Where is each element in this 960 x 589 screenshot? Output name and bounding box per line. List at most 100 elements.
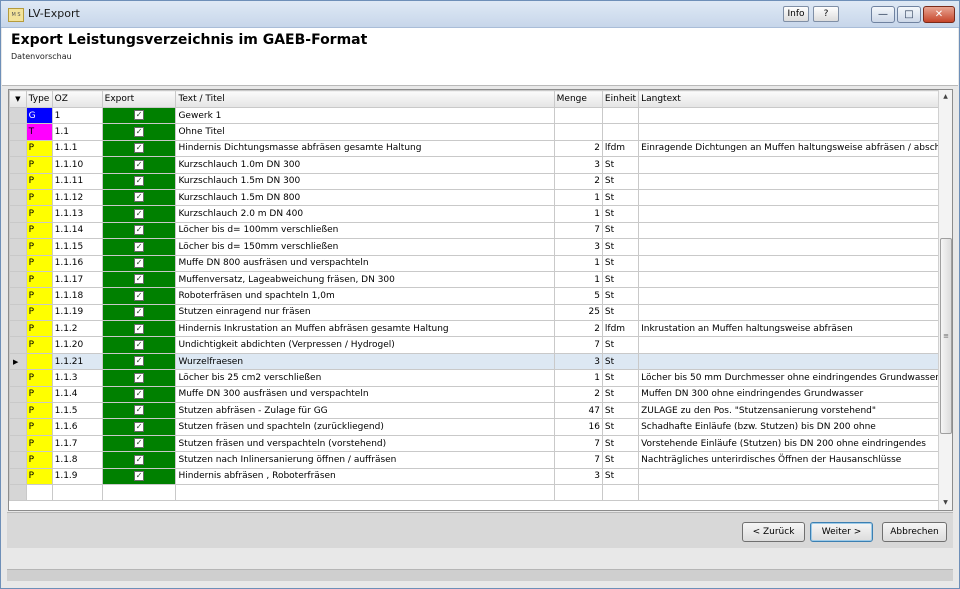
- table-row[interactable]: T 1.1 ✓ Ohne Titel: [9, 123, 952, 141]
- table-row[interactable]: P 1.1.2 ✓ Hindernis Inkrustation an Muffen …: [9, 320, 952, 338]
- table-row[interactable]: P 1.1.11 ✓ Kurzschlauch 1.5m DN 300 2 St: [9, 172, 952, 190]
- table-row[interactable]: P 1.1.8 ✓ Stutzen nach Inlinersanierung öff…: [9, 451, 952, 469]
- cell-menge: 1: [553, 254, 603, 272]
- export-checkbox[interactable]: ✓: [134, 208, 145, 219]
- export-checkbox[interactable]: ✓: [134, 274, 145, 285]
- cell-menge: 1: [553, 270, 603, 289]
- row-selector[interactable]: [9, 172, 27, 190]
- row-selector[interactable]: [9, 303, 27, 322]
- cell-export: ✓: [101, 238, 177, 256]
- table-row[interactable]: P 1.1.16 ✓ Muffe DN 800 ausfräsen und versp…: [9, 254, 952, 272]
- export-checkbox[interactable]: ✓: [134, 356, 145, 367]
- column-chooser-icon[interactable]: ▼: [9, 90, 27, 108]
- cell-text: Hindernis Inkrustation an Muffen abfräse…: [175, 320, 555, 338]
- row-selector[interactable]: [9, 418, 27, 436]
- export-checkbox[interactable]: ✓: [134, 471, 145, 482]
- row-selector[interactable]: [9, 205, 27, 223]
- help-button[interactable]: ?: [813, 6, 839, 22]
- row-selector[interactable]: [9, 369, 27, 387]
- row-selector[interactable]: [9, 238, 27, 256]
- row-selector[interactable]: [9, 320, 27, 338]
- row-selector[interactable]: [9, 402, 27, 420]
- cell-einheit: St: [601, 434, 640, 453]
- table-row[interactable]: P 1.1.3 ✓ Löcher bis 25 cm2 verschließen 1 St…: [9, 369, 952, 387]
- table-row[interactable]: P 1.1.15 ✓ Löcher bis d= 150mm verschließen…: [9, 238, 952, 256]
- next-button[interactable]: Weiter >: [810, 522, 873, 542]
- row-selector[interactable]: [9, 221, 27, 240]
- row-selector[interactable]: [9, 188, 27, 207]
- table-row[interactable]: P 1.1.7 ✓ Stutzen fräsen und verspachteln (…: [9, 434, 952, 453]
- column-header-text[interactable]: Text / Titel: [175, 90, 555, 108]
- table-row[interactable]: P 1.1.4 ✓ Muffe DN 300 ausfräsen und verspa…: [9, 385, 952, 404]
- cell-einheit: St: [601, 156, 640, 174]
- cell-oz: 1.1.2: [51, 320, 103, 338]
- export-checkbox[interactable]: ✓: [134, 323, 145, 334]
- header-row: ▼ Type OZ Export Text / Titel Menge Einh…: [9, 90, 952, 108]
- minimize-icon[interactable]: —: [871, 6, 895, 23]
- back-button[interactable]: < Zurück: [742, 522, 805, 542]
- export-checkbox[interactable]: ✓: [134, 225, 145, 236]
- export-checkbox[interactable]: ✓: [134, 257, 145, 268]
- export-checkbox[interactable]: ✓: [134, 454, 145, 465]
- column-header-oz[interactable]: OZ: [51, 90, 103, 108]
- row-selector[interactable]: [9, 336, 27, 354]
- table-row[interactable]: P 1.1.17 ✓ Muffenversatz, Lageabweichung fr…: [9, 270, 952, 289]
- column-header-langtext[interactable]: Langtext: [638, 90, 952, 108]
- row-selector[interactable]: [9, 156, 27, 174]
- export-checkbox[interactable]: ✓: [134, 421, 145, 432]
- table-row[interactable]: P 1.1.19 ✓ Stutzen einragend nur fräsen 25 St: [9, 303, 952, 322]
- row-selector[interactable]: [9, 385, 27, 404]
- column-header-export[interactable]: Export: [101, 90, 177, 108]
- table-row[interactable]: P 1.1.13 ✓ Kurzschlauch 2.0 m DN 400 1 St: [9, 205, 952, 223]
- export-checkbox[interactable]: ✓: [134, 405, 145, 416]
- table-row[interactable]: P 1.1.1 ✓ Hindernis Dichtungsmasse abfräsen…: [9, 139, 952, 158]
- row-selector[interactable]: [9, 270, 27, 289]
- table-row[interactable]: P 1.1.6 ✓ Stutzen fräsen und spachteln (zur…: [9, 418, 952, 436]
- column-header-einheit[interactable]: Einheit: [601, 90, 640, 108]
- export-checkbox[interactable]: ✓: [134, 143, 145, 154]
- export-checkbox[interactable]: ✓: [134, 192, 145, 203]
- scroll-thumb[interactable]: ≡: [940, 238, 952, 434]
- scroll-down-icon[interactable]: ▼: [939, 496, 952, 510]
- table-row[interactable]: P 1.1.5 ✓ Stutzen abfräsen - Zulage für GG 4…: [9, 402, 952, 420]
- export-checkbox[interactable]: ✓: [134, 438, 145, 449]
- column-header-menge[interactable]: Menge: [553, 90, 603, 108]
- status-bar: [7, 569, 953, 581]
- export-checkbox[interactable]: ✓: [134, 241, 145, 252]
- table-row[interactable]: P 1.1.12 ✓ Kurzschlauch 1.5m DN 800 1 St: [9, 188, 952, 207]
- info-button[interactable]: Info: [783, 6, 809, 22]
- export-checkbox[interactable]: ✓: [134, 307, 145, 318]
- close-icon[interactable]: ✕: [923, 6, 955, 23]
- table-row[interactable]: P 1.1.14 ✓ Löcher bis d= 100mm verschließen…: [9, 221, 952, 240]
- row-selector[interactable]: [9, 287, 27, 305]
- scroll-up-icon[interactable]: ▲: [939, 90, 952, 104]
- maximize-icon[interactable]: □: [897, 6, 921, 23]
- row-selector[interactable]: [9, 434, 27, 453]
- export-checkbox[interactable]: ✓: [134, 126, 145, 137]
- row-selector[interactable]: [9, 139, 27, 158]
- export-checkbox[interactable]: ✓: [134, 389, 145, 400]
- row-selector[interactable]: [9, 123, 27, 141]
- row-pointer-icon[interactable]: ▶: [9, 352, 27, 371]
- row-selector[interactable]: [9, 451, 27, 469]
- export-checkbox[interactable]: ✓: [134, 372, 145, 383]
- cancel-button[interactable]: Abbrechen: [882, 522, 947, 542]
- row-selector[interactable]: [9, 254, 27, 272]
- preview-grid[interactable]: ▼ Type OZ Export Text / Titel Menge Einh…: [8, 89, 953, 511]
- row-selector[interactable]: [9, 467, 27, 485]
- table-row[interactable]: P 1.1.20 ✓ Undichtigkeit abdichten (Verpres…: [9, 336, 952, 354]
- table-row[interactable]: ▶ 1.1.21 ✓ Wurzelfraesen 3 St: [9, 352, 952, 371]
- table-row[interactable]: G 1 ✓ Gewerk 1: [9, 106, 952, 125]
- export-checkbox[interactable]: ✓: [134, 176, 145, 186]
- export-checkbox[interactable]: ✓: [134, 339, 145, 350]
- export-checkbox[interactable]: ✓: [134, 110, 145, 121]
- vertical-scrollbar[interactable]: ▲ ≡ ▼: [938, 90, 952, 510]
- cell-export: ✓: [101, 188, 177, 207]
- table-row[interactable]: P 1.1.9 ✓ Hindernis abfräsen , Roboterfräse…: [9, 467, 952, 485]
- column-header-type[interactable]: Type: [25, 90, 53, 108]
- export-checkbox[interactable]: ✓: [134, 290, 145, 301]
- export-checkbox[interactable]: ✓: [134, 159, 145, 170]
- table-row[interactable]: P 1.1.10 ✓ Kurzschlauch 1.0m DN 300 3 St: [9, 156, 952, 174]
- table-row[interactable]: P 1.1.18 ✓ Roboterfräsen und spachteln 1,0m…: [9, 287, 952, 305]
- row-selector[interactable]: [9, 106, 27, 125]
